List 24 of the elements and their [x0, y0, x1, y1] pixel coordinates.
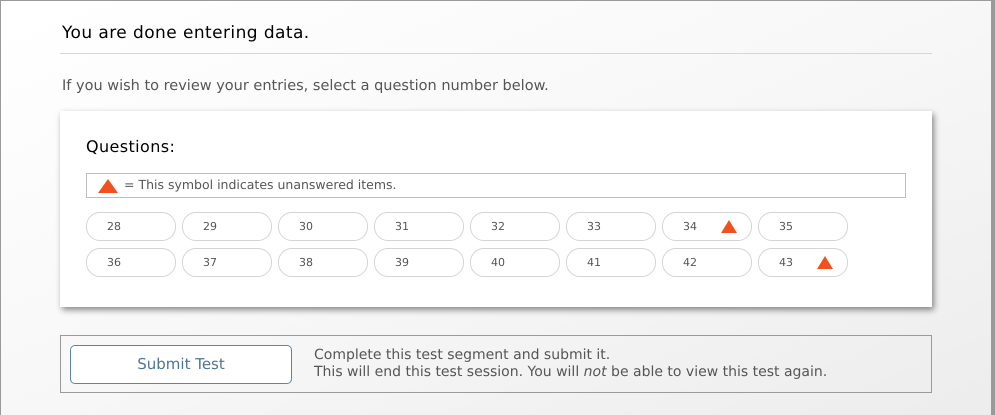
question-number-button[interactable]: 41 [566, 248, 656, 278]
question-number-button[interactable]: 43 [758, 248, 848, 278]
question-number-button[interactable]: 39 [374, 248, 464, 278]
submit-note-text: This will end this test session. You will not be able to view this test again. [314, 364, 828, 382]
page-heading: You are done entering data. [61, 22, 311, 45]
question-number-button[interactable]: 29 [182, 212, 272, 242]
questions-title: Questions: [86, 136, 176, 158]
instruction-text: If you wish to review your entries, select a question number below. [61, 76, 550, 96]
question-number-button[interactable]: 28 [86, 212, 176, 242]
legend-text: = This symbol indicates unanswered items. [124, 176, 397, 194]
question-number-button[interactable]: 36 [86, 248, 176, 278]
submit-note-text: Complete this test segment and submit it. [314, 347, 612, 364]
question-number-button[interactable]: 33 [566, 212, 656, 242]
question-number-button[interactable]: 34 [662, 212, 752, 242]
question-number-button[interactable]: 35 [758, 212, 848, 242]
question-number-button[interactable]: 38 [278, 248, 368, 278]
warning-triangle-icon [98, 178, 118, 193]
question-number-button[interactable]: 37 [182, 248, 272, 278]
question-number-button[interactable]: 31 [374, 212, 464, 242]
question-number-button[interactable]: 30 [278, 212, 368, 242]
question-number-button[interactable]: 40 [470, 248, 560, 278]
question-number-button[interactable]: 32 [470, 212, 560, 242]
question-number-button[interactable]: 42 [662, 248, 752, 278]
submit-test-button[interactable]: Submit Test [70, 344, 292, 384]
